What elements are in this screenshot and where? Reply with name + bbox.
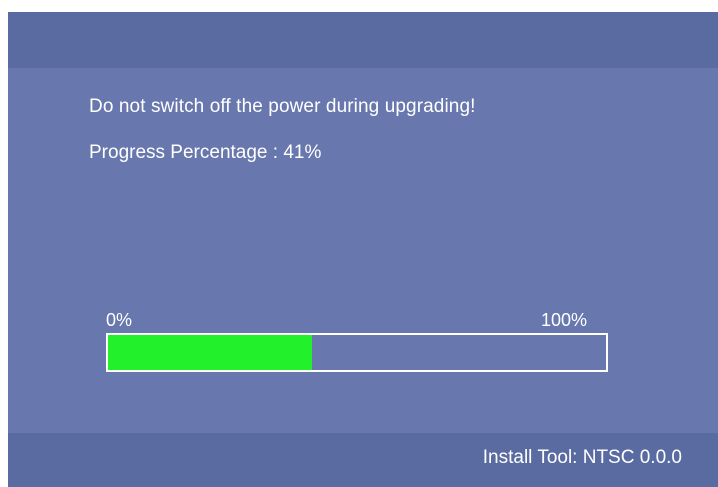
power-warning-text: Do not switch off the power during upgra… — [89, 96, 476, 117]
install-tool-version: Install Tool: NTSC 0.0.0 — [482, 447, 682, 468]
progress-scale-max-label: 100% — [541, 310, 588, 330]
progress-bar-fill — [108, 335, 313, 370]
top-bar — [8, 12, 718, 68]
upgrade-screen: Do not switch off the power during upgra… — [8, 12, 718, 487]
progress-scale-min-label: 0% — [106, 310, 133, 330]
bottom-bar: Install Tool: NTSC 0.0.0 — [8, 433, 718, 487]
progress-percentage-text: Progress Percentage : 41% — [89, 142, 322, 163]
progress-bar — [106, 333, 608, 372]
